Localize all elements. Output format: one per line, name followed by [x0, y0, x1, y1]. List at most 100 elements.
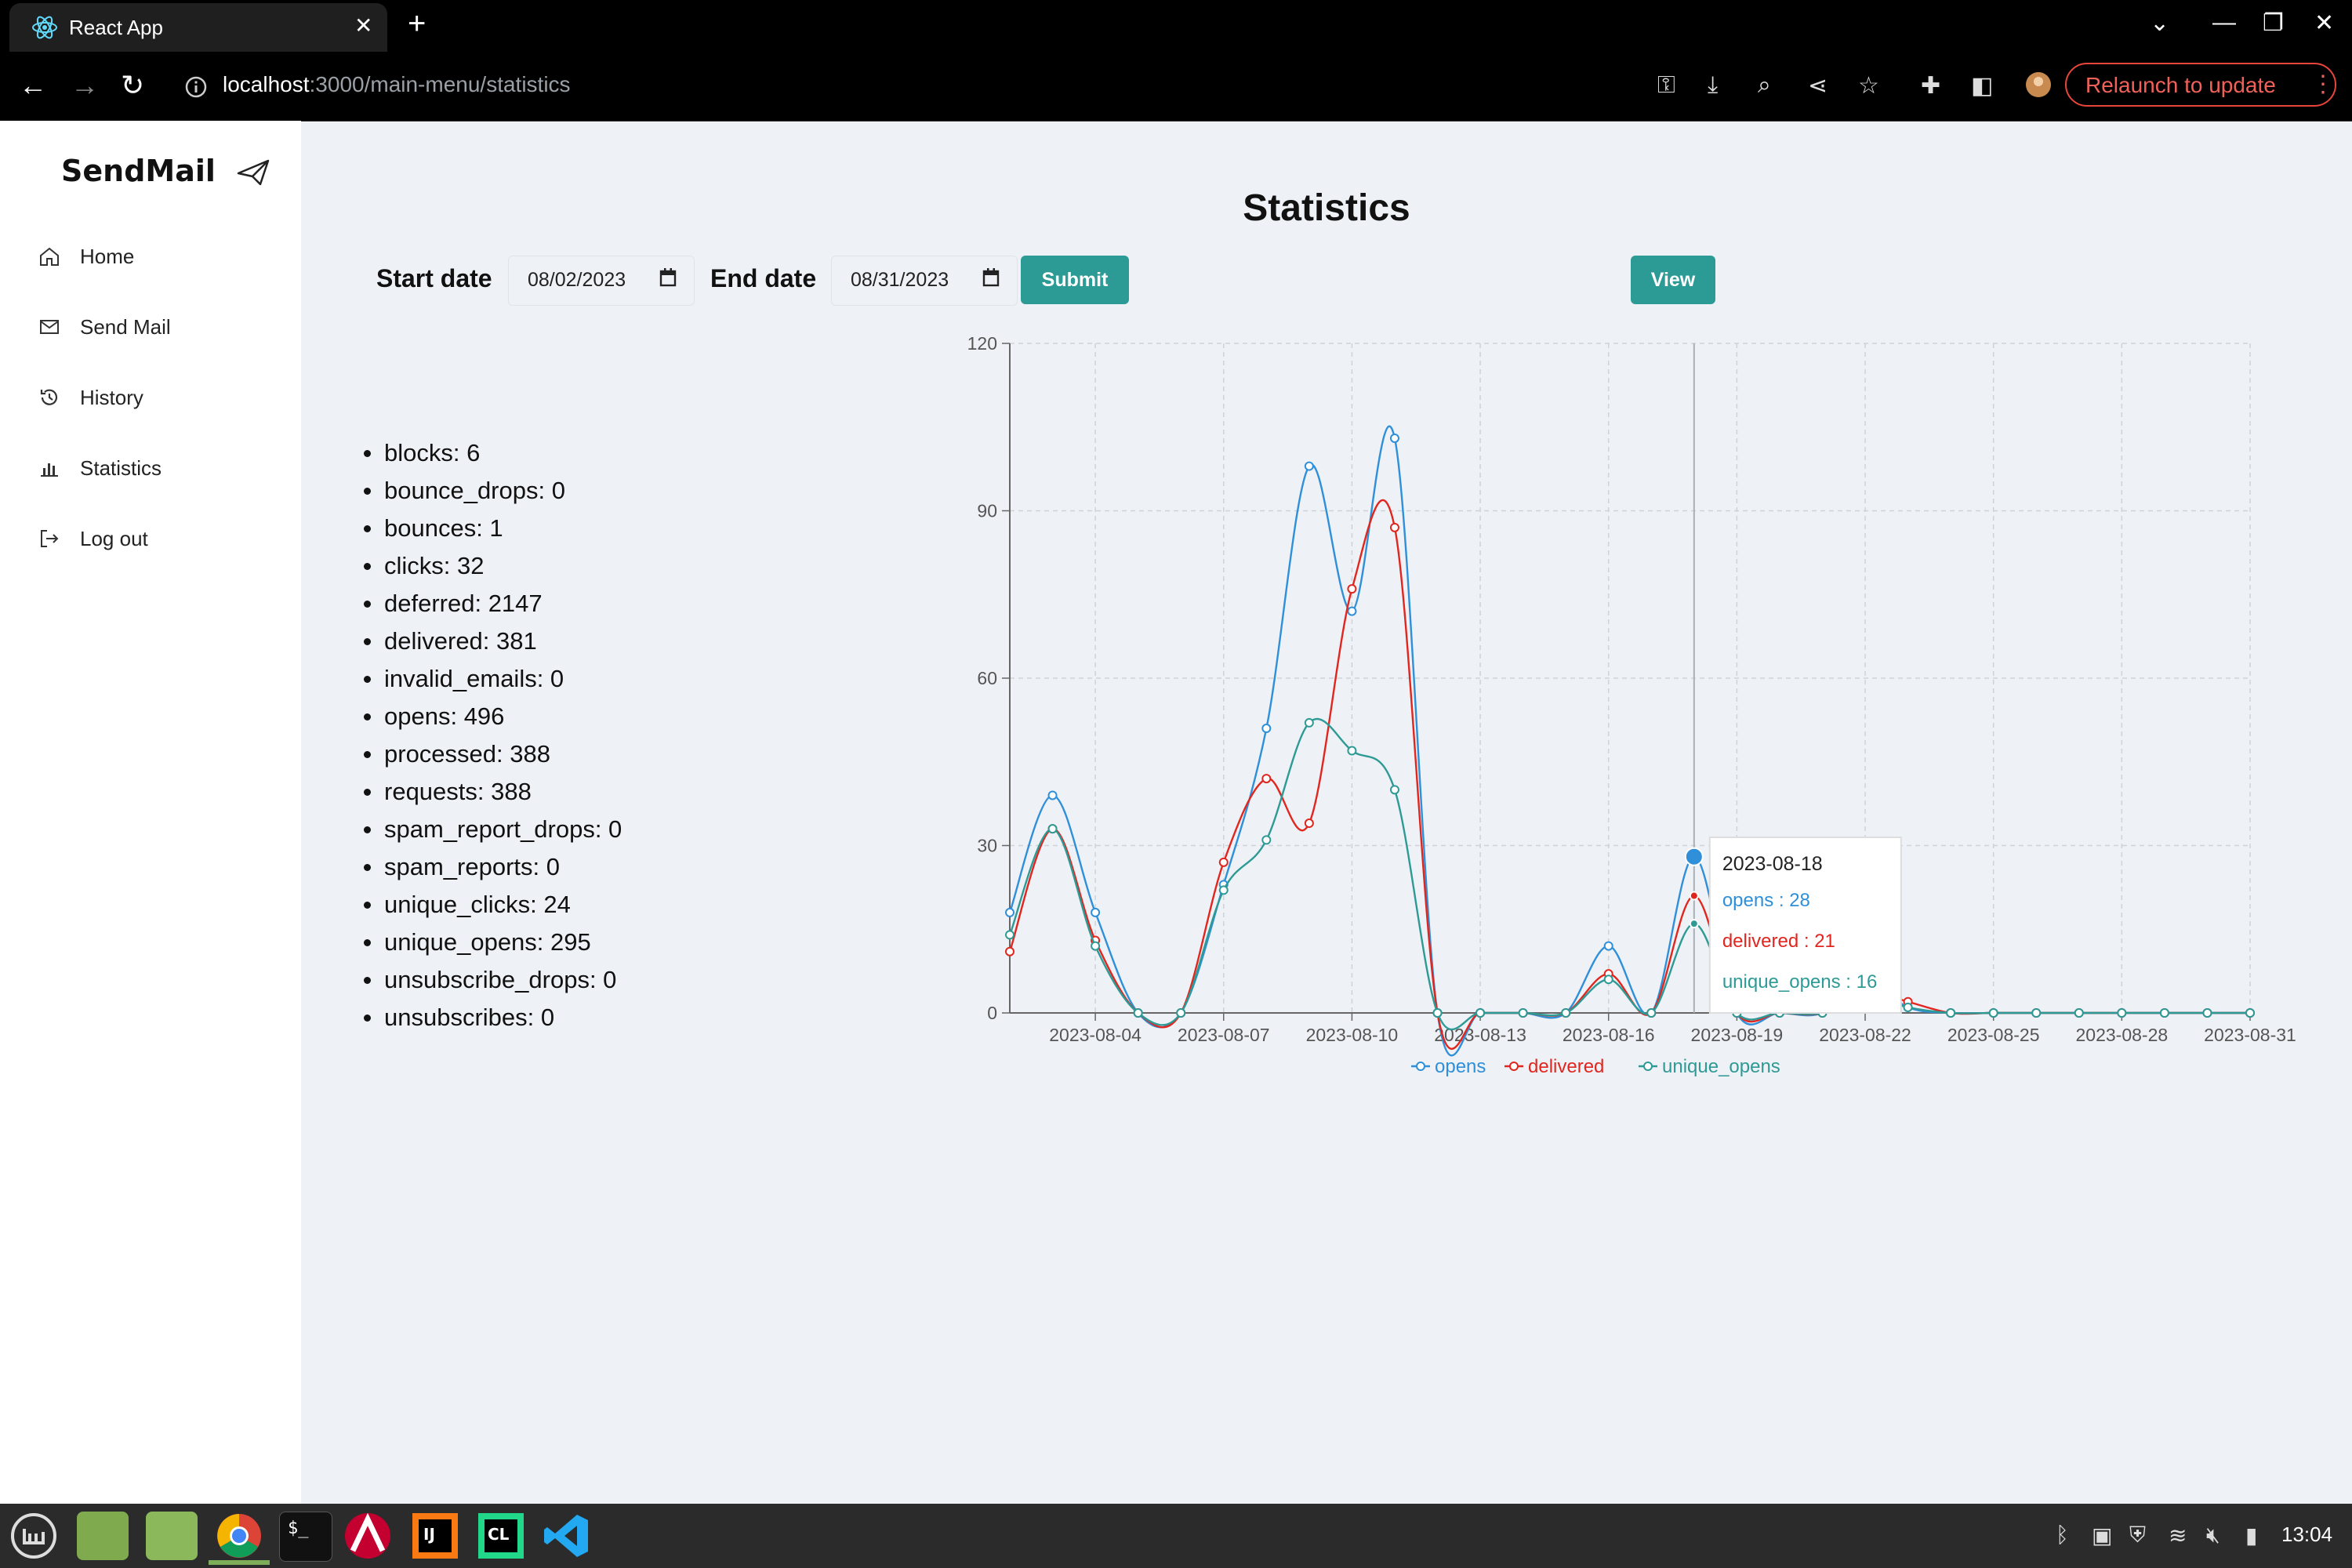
clock: 13:04 [2281, 1523, 2333, 1546]
address-bar[interactable]: localhost:3000/main-menu/statistics [223, 72, 571, 97]
battery-icon[interactable]: ▮ [2245, 1523, 2257, 1548]
forward-icon[interactable]: → [71, 69, 99, 102]
sidebar-item-label: Home [80, 245, 135, 268]
minimize-icon[interactable]: — [2212, 9, 2236, 36]
x-tick-label: 2023-08-31 [2204, 1025, 2296, 1045]
data-point[interactable] [1988, 1008, 1998, 1018]
zoom-icon[interactable]: ⌕ [1758, 72, 1771, 99]
stat-item: unique_opens: 295 [362, 928, 622, 966]
volume-muted-icon[interactable]: 🔇︎ [2206, 1523, 2220, 1548]
data-point[interactable] [1347, 584, 1357, 594]
legend-label-opens[interactable]: opens [1435, 1056, 1486, 1077]
more-menu-icon[interactable]: ⋮ [2311, 71, 2335, 98]
active-data-point[interactable] [1689, 891, 1699, 901]
install-icon[interactable]: ⤓ [1708, 72, 1718, 99]
back-icon[interactable]: ← [19, 69, 47, 102]
data-point[interactable] [1389, 785, 1399, 795]
legend-label-delivered[interactable]: delivered [1528, 1056, 1604, 1077]
start-date-input[interactable]: 08/02/2023 [508, 256, 695, 306]
folder-icon[interactable] [146, 1512, 198, 1560]
reload-icon[interactable]: ↻ [121, 69, 144, 102]
data-point[interactable] [1304, 461, 1314, 471]
data-point[interactable] [1005, 930, 1014, 940]
data-point[interactable] [2159, 1008, 2169, 1018]
view-button[interactable]: View [1631, 256, 1715, 304]
new-tab-icon[interactable]: + [408, 6, 426, 42]
legend-label-unique_opens[interactable]: unique_opens [1662, 1056, 1780, 1077]
data-point[interactable] [1946, 1008, 1956, 1018]
angular-ide-icon[interactable] [342, 1510, 394, 1562]
side-panel-icon[interactable]: ◧ [1971, 72, 1993, 100]
extensions-icon[interactable]: ✚ [1921, 72, 1940, 100]
profile-avatar-icon[interactable] [2024, 71, 2053, 99]
submit-button[interactable]: Submit [1021, 256, 1129, 304]
data-point[interactable] [1091, 907, 1101, 917]
data-point[interactable] [1347, 606, 1357, 616]
data-point[interactable] [2245, 1008, 2255, 1018]
data-point[interactable] [1176, 1008, 1186, 1018]
bluetooth-icon[interactable]: ᛒ [2056, 1523, 2069, 1548]
data-point[interactable] [1646, 1008, 1657, 1018]
data-point[interactable] [1903, 1002, 1913, 1012]
data-point[interactable] [1005, 946, 1014, 956]
y-tick-label: 90 [977, 501, 997, 521]
data-point[interactable] [1047, 790, 1058, 800]
data-point[interactable] [1133, 1008, 1143, 1018]
wifi-icon[interactable]: ≋ [2169, 1523, 2187, 1548]
close-window-icon[interactable]: ✕ [2314, 9, 2334, 37]
data-point[interactable] [1603, 941, 1613, 951]
data-point[interactable] [1047, 824, 1058, 834]
active-data-point[interactable] [1684, 847, 1704, 866]
data-point[interactable] [2074, 1008, 2084, 1018]
data-point[interactable] [2117, 1008, 2127, 1018]
data-point[interactable] [1218, 857, 1229, 867]
close-tab-icon[interactable]: ✕ [354, 13, 372, 38]
sidebar-item-home[interactable]: Home [38, 240, 273, 279]
data-point[interactable] [1389, 433, 1399, 443]
data-point[interactable] [1304, 717, 1314, 728]
tab-search-icon[interactable]: ⌄ [2150, 9, 2169, 37]
terminal-icon[interactable]: $_ [279, 1512, 332, 1562]
data-point[interactable] [1261, 835, 1272, 845]
data-point[interactable] [1347, 746, 1357, 756]
end-date-input[interactable]: 08/31/2023 [831, 256, 1018, 306]
restore-icon[interactable]: ❐ [2263, 9, 2284, 37]
calendar-icon[interactable] [659, 267, 677, 288]
data-point[interactable] [2202, 1008, 2212, 1018]
sidebar-item-history[interactable]: History [38, 381, 273, 420]
stat-item: unsubscribes: 0 [362, 1004, 622, 1041]
clion-icon[interactable]: CL [475, 1510, 527, 1562]
mint-menu-icon[interactable] [9, 1512, 58, 1560]
files-icon[interactable] [77, 1512, 129, 1560]
data-point[interactable] [1389, 522, 1399, 532]
data-point[interactable] [1432, 1008, 1443, 1018]
data-point[interactable] [1475, 1008, 1486, 1018]
data-point[interactable] [2031, 1008, 2042, 1018]
share-icon[interactable]: ⋖ [1808, 72, 1828, 100]
relaunch-button[interactable]: Relaunch to update ⋮ [2065, 63, 2336, 107]
browser-tab[interactable]: React App ✕ [9, 3, 387, 52]
active-data-point[interactable] [1689, 919, 1699, 929]
clipboard-icon[interactable]: ▣ [2092, 1523, 2112, 1548]
data-point[interactable] [1603, 975, 1613, 985]
data-point[interactable] [1518, 1008, 1528, 1018]
data-point[interactable] [1005, 907, 1014, 917]
sidebar-item-statistics[interactable]: Statistics [38, 452, 273, 491]
brand-logo[interactable]: SendMail [61, 154, 270, 188]
shield-icon[interactable]: ⛨ [2129, 1523, 2146, 1548]
data-point[interactable] [1561, 1008, 1571, 1018]
data-point[interactable] [1261, 774, 1272, 784]
bookmark-star-icon[interactable]: ☆ [1858, 72, 1879, 100]
data-point[interactable] [1091, 941, 1101, 951]
data-point[interactable] [1218, 885, 1229, 895]
key-icon[interactable]: ⚿ [1657, 72, 1675, 99]
sidebar-item-send-mail[interactable]: Send Mail [38, 310, 273, 350]
sidebar-item-log-out[interactable]: Log out [38, 522, 273, 561]
data-point[interactable] [1261, 724, 1272, 734]
site-info-icon[interactable] [185, 76, 207, 98]
vscode-icon[interactable] [541, 1510, 593, 1562]
calendar-icon[interactable] [982, 267, 1000, 288]
data-point[interactable] [1304, 818, 1314, 829]
intellij-icon[interactable]: IJ [409, 1510, 461, 1562]
chrome-icon[interactable] [213, 1510, 265, 1562]
